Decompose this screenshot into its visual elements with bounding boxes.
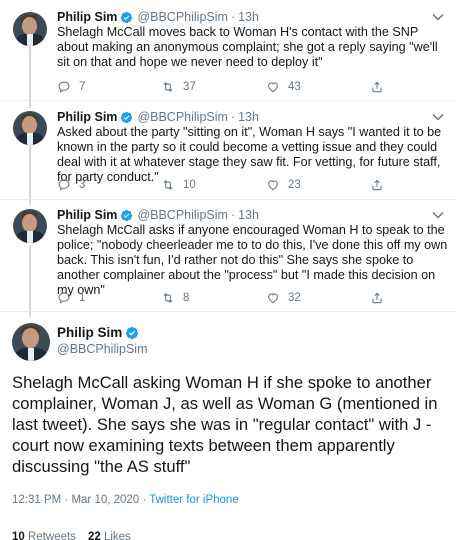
author-name[interactable]: Philip Sim — [57, 10, 117, 24]
avatar[interactable] — [13, 209, 47, 243]
verified-badge-icon — [126, 326, 139, 339]
share-button[interactable] — [370, 178, 384, 192]
author-handle[interactable]: @BBCPhilipSim — [57, 342, 148, 356]
retweet-icon — [163, 82, 173, 92]
tweet-header: Philip Sim @BBCPhilipSim · 13h — [57, 207, 259, 223]
retweet-button[interactable]: 10 — [161, 178, 196, 192]
retweet-icon — [163, 293, 173, 303]
retweets-count: 10 — [12, 531, 25, 540]
tweet-actions: 7 37 43 — [57, 80, 387, 94]
separator-dot: · — [230, 208, 236, 222]
reply-count: 3 — [79, 179, 86, 191]
thread-tweet-1[interactable]: Philip Sim @BBCPhilipSim · 13h Shelagh M… — [0, 0, 456, 100]
tweet-actions: 3 10 23 — [57, 178, 387, 192]
tweet-text: Asked about the party "sitting on it", W… — [57, 125, 442, 184]
heart-icon — [268, 82, 278, 93]
tweet-divider — [0, 311, 456, 312]
main-tweet-text: Shelagh McCall asking Woman H if she spo… — [12, 373, 438, 476]
like-count: 23 — [288, 179, 301, 191]
reply-count: 7 — [79, 81, 86, 93]
thread-tweet-3[interactable]: Philip Sim @BBCPhilipSim · 13h Shelagh M… — [0, 200, 456, 310]
author-handle[interactable]: @BBCPhilipSim — [137, 208, 228, 222]
like-count: 43 — [288, 81, 301, 93]
verified-badge-icon — [121, 11, 133, 23]
author-name[interactable]: Philip Sim — [57, 325, 122, 340]
avatar[interactable] — [13, 111, 47, 145]
share-button[interactable] — [370, 291, 384, 305]
author-handle[interactable]: @BBCPhilipSim — [137, 110, 228, 124]
like-button[interactable]: 32 — [266, 291, 301, 305]
heart-icon — [268, 293, 278, 304]
tweet-timestamp[interactable]: 12:31 PM · Mar 10, 2020 · — [12, 494, 146, 506]
like-button[interactable]: 23 — [266, 178, 301, 192]
author-handle[interactable]: @BBCPhilipSim — [137, 10, 228, 24]
tweet-header: Philip Sim @BBCPhilipSim · 13h — [57, 9, 259, 25]
like-button[interactable]: 43 — [266, 80, 301, 94]
chevron-down-icon[interactable] — [432, 113, 444, 121]
verified-badge-icon — [121, 111, 133, 123]
reply-button[interactable]: 7 — [57, 80, 85, 94]
like-count: 32 — [288, 292, 301, 304]
separator-dot: · — [230, 110, 236, 124]
retweets-stat[interactable]: 10 Retweets — [12, 531, 76, 540]
main-author-name-row: Philip Sim — [57, 325, 139, 340]
reply-button[interactable]: 3 — [57, 178, 85, 192]
tweet-time[interactable]: 13h — [238, 10, 259, 24]
avatar[interactable] — [13, 12, 47, 46]
tweet-source-link[interactable]: Twitter for iPhone — [149, 494, 238, 506]
reply-button[interactable]: 1 — [57, 291, 85, 305]
engagement-stats: 10 Retweets 22 Likes — [12, 531, 131, 540]
tweet-time[interactable]: 13h — [238, 208, 259, 222]
avatar[interactable] — [12, 323, 50, 361]
reply-icon — [58, 81, 70, 93]
retweet-count: 37 — [183, 81, 196, 93]
heart-icon — [268, 180, 278, 191]
author-name[interactable]: Philip Sim — [57, 110, 117, 124]
chevron-down-icon[interactable] — [432, 13, 444, 21]
retweet-count: 8 — [183, 292, 190, 304]
chevron-down-icon[interactable] — [432, 211, 444, 219]
likes-count: 22 — [87, 531, 101, 540]
likes-label: Likes — [103, 531, 131, 540]
tweet-text: Shelagh McCall asks if anyone encouraged… — [57, 223, 448, 297]
retweet-icon — [163, 180, 173, 190]
tweet-actions: 1 8 32 — [57, 291, 387, 305]
retweets-label: Retweets — [28, 531, 76, 540]
verified-badge-icon — [121, 209, 133, 221]
retweet-count: 10 — [183, 179, 196, 191]
reply-icon — [58, 179, 70, 191]
share-button[interactable] — [370, 80, 384, 94]
reply-icon — [58, 292, 70, 304]
retweet-button[interactable]: 8 — [161, 291, 189, 305]
separator-dot: · — [230, 10, 236, 24]
tweet-metadata: 12:31 PM · Mar 10, 2020 · Twitter for iP… — [12, 494, 239, 506]
tweet-header: Philip Sim @BBCPhilipSim · 13h — [57, 109, 259, 125]
share-icon — [372, 81, 382, 93]
thread-tweet-2[interactable]: Philip Sim @BBCPhilipSim · 13h Asked abo… — [0, 101, 456, 199]
retweet-button[interactable]: 37 — [161, 80, 196, 94]
author-name[interactable]: Philip Sim — [57, 208, 117, 222]
tweet-text: Shelagh McCall moves back to Woman H's c… — [57, 25, 438, 69]
likes-stat[interactable]: 22 Likes — [88, 531, 131, 540]
share-icon — [372, 179, 382, 191]
share-icon — [372, 292, 382, 304]
tweet-time[interactable]: 13h — [238, 110, 259, 124]
reply-count: 1 — [79, 292, 86, 304]
